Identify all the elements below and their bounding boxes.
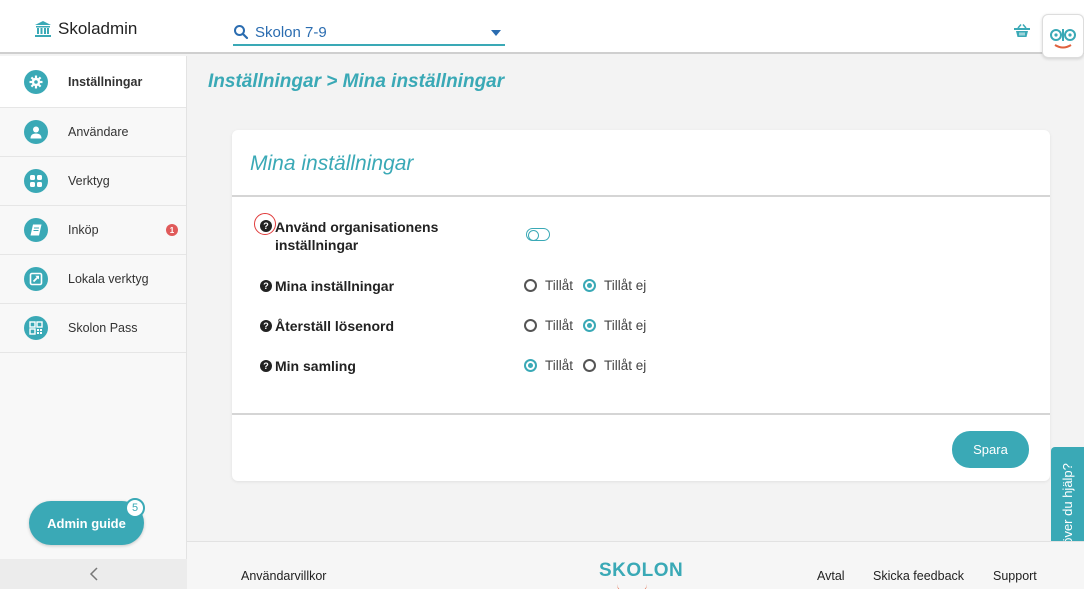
radio-group: Tillåt Tillåt ej	[524, 278, 656, 293]
feedback-link[interactable]: Skicka feedback	[873, 569, 964, 583]
organisation-select[interactable]: Skolon 7-9	[233, 20, 505, 46]
support-link[interactable]: Support	[993, 569, 1037, 583]
use-organisation-toggle[interactable]	[526, 228, 550, 241]
user-icon	[24, 120, 48, 144]
radio-allow[interactable]	[524, 279, 537, 292]
radio-deny[interactable]	[583, 359, 597, 372]
focus-ring	[254, 213, 276, 235]
agreement-link[interactable]: Avtal	[817, 569, 845, 583]
radio-allow-label: Tillåt	[545, 358, 574, 373]
question-icon[interactable]: ?	[260, 360, 272, 372]
terms-link[interactable]: Användarvillkor	[241, 569, 326, 583]
setting-row-organisation: ? Använd organisationens inställningar	[254, 213, 1020, 258]
footer-logo: SKOLON	[599, 560, 684, 581]
organisation-select-value: Skolon 7-9	[255, 23, 327, 41]
question-icon[interactable]: ?	[260, 320, 272, 332]
radio-group: Tillåt Tillåt ej	[524, 318, 656, 333]
page-title: Inställningar > Mina inställningar	[208, 71, 505, 92]
external-link-icon	[24, 267, 48, 291]
sidebar-item-installningar[interactable]: Inställningar	[0, 56, 186, 108]
card-title: Mina inställningar	[250, 152, 414, 175]
radio-allow[interactable]	[524, 359, 537, 372]
radio-allow[interactable]	[524, 319, 537, 332]
sidebar-item-label: Inställningar	[68, 74, 143, 89]
save-button[interactable]: Spara	[952, 431, 1029, 468]
brand-label: Skoladmin	[58, 19, 138, 38]
setting-label-text: Återställ lösenord	[275, 318, 395, 334]
sidebar-item-label: Användare	[68, 125, 129, 139]
sidebar-item-lokala-verktyg[interactable]: Lokala verktyg	[0, 255, 186, 304]
setting-row-min-samling: ? Min samling Tillåt Tillåt ej	[260, 358, 1020, 378]
sidebar: Inställningar Användare Verktyg Inköp 1 …	[0, 56, 187, 589]
question-icon[interactable]: ?	[260, 280, 272, 292]
help-icon-wrap[interactable]: ?	[254, 213, 276, 235]
collapse-sidebar-button[interactable]	[0, 559, 187, 589]
sidebar-item-label: Inköp	[68, 223, 99, 237]
logo-smile-icon	[617, 584, 647, 589]
setting-label-text: Använd organisationens inställningar	[275, 219, 439, 253]
basket-icon[interactable]	[1014, 24, 1030, 38]
setting-row-mina-installningar: ? Mina inställningar Tillåt Tillåt ej	[260, 278, 1020, 298]
radio-deny-label: Tillåt ej	[604, 358, 647, 373]
sidebar-item-label: Skolon Pass	[68, 321, 138, 335]
radio-deny[interactable]	[583, 279, 597, 292]
setting-label: ? Mina inställningar	[260, 278, 394, 294]
institution-icon	[35, 21, 51, 37]
footer: Användarvillkor SKOLON Avtal Skicka feed…	[187, 541, 1084, 589]
setting-label-text: Min samling	[275, 358, 356, 374]
qr-code-icon	[24, 316, 48, 340]
setting-label-text: Mina inställningar	[275, 278, 395, 294]
divider	[232, 413, 1050, 415]
setting-row-aterstall-losenord: ? Återställ lösenord Tillåt Tillåt ej	[260, 318, 1020, 338]
skolon-face-icon	[1050, 29, 1076, 49]
chevron-down-icon	[491, 30, 501, 36]
sidebar-item-inkop[interactable]: Inköp 1	[0, 206, 186, 255]
notification-badge: 1	[166, 224, 178, 236]
sidebar-item-label: Lokala verktyg	[68, 272, 149, 286]
divider	[232, 195, 1050, 197]
skolon-logo-button[interactable]	[1042, 14, 1084, 58]
admin-guide-count-badge: 5	[125, 498, 145, 518]
sidebar-item-verktyg[interactable]: Verktyg	[0, 157, 186, 206]
book-icon	[24, 218, 48, 242]
sidebar-item-skolon-pass[interactable]: Skolon Pass	[0, 304, 186, 353]
radio-deny[interactable]	[583, 319, 597, 332]
setting-label: ? Återställ lösenord	[260, 318, 394, 334]
radio-deny-label: Tillåt ej	[604, 278, 647, 293]
sidebar-item-label: Verktyg	[68, 174, 110, 188]
settings-card: Mina inställningar ? Använd organisation…	[232, 130, 1050, 481]
gear-icon	[24, 69, 48, 94]
top-bar: Skoladmin Skolon 7-9	[0, 0, 1084, 58]
brand[interactable]: Skoladmin	[34, 19, 137, 39]
radio-group: Tillåt Tillåt ej	[524, 358, 656, 373]
sidebar-item-anvandare[interactable]: Användare	[0, 108, 186, 157]
setting-label: ? Använd organisationens inställningar	[254, 213, 500, 254]
grid-icon	[24, 169, 48, 193]
radio-deny-label: Tillåt ej	[604, 318, 647, 333]
radio-allow-label: Tillåt	[545, 318, 574, 333]
setting-label: ? Min samling	[260, 358, 356, 374]
chevron-left-icon	[89, 567, 98, 581]
search-icon	[234, 25, 249, 40]
radio-allow-label: Tillåt	[545, 278, 574, 293]
